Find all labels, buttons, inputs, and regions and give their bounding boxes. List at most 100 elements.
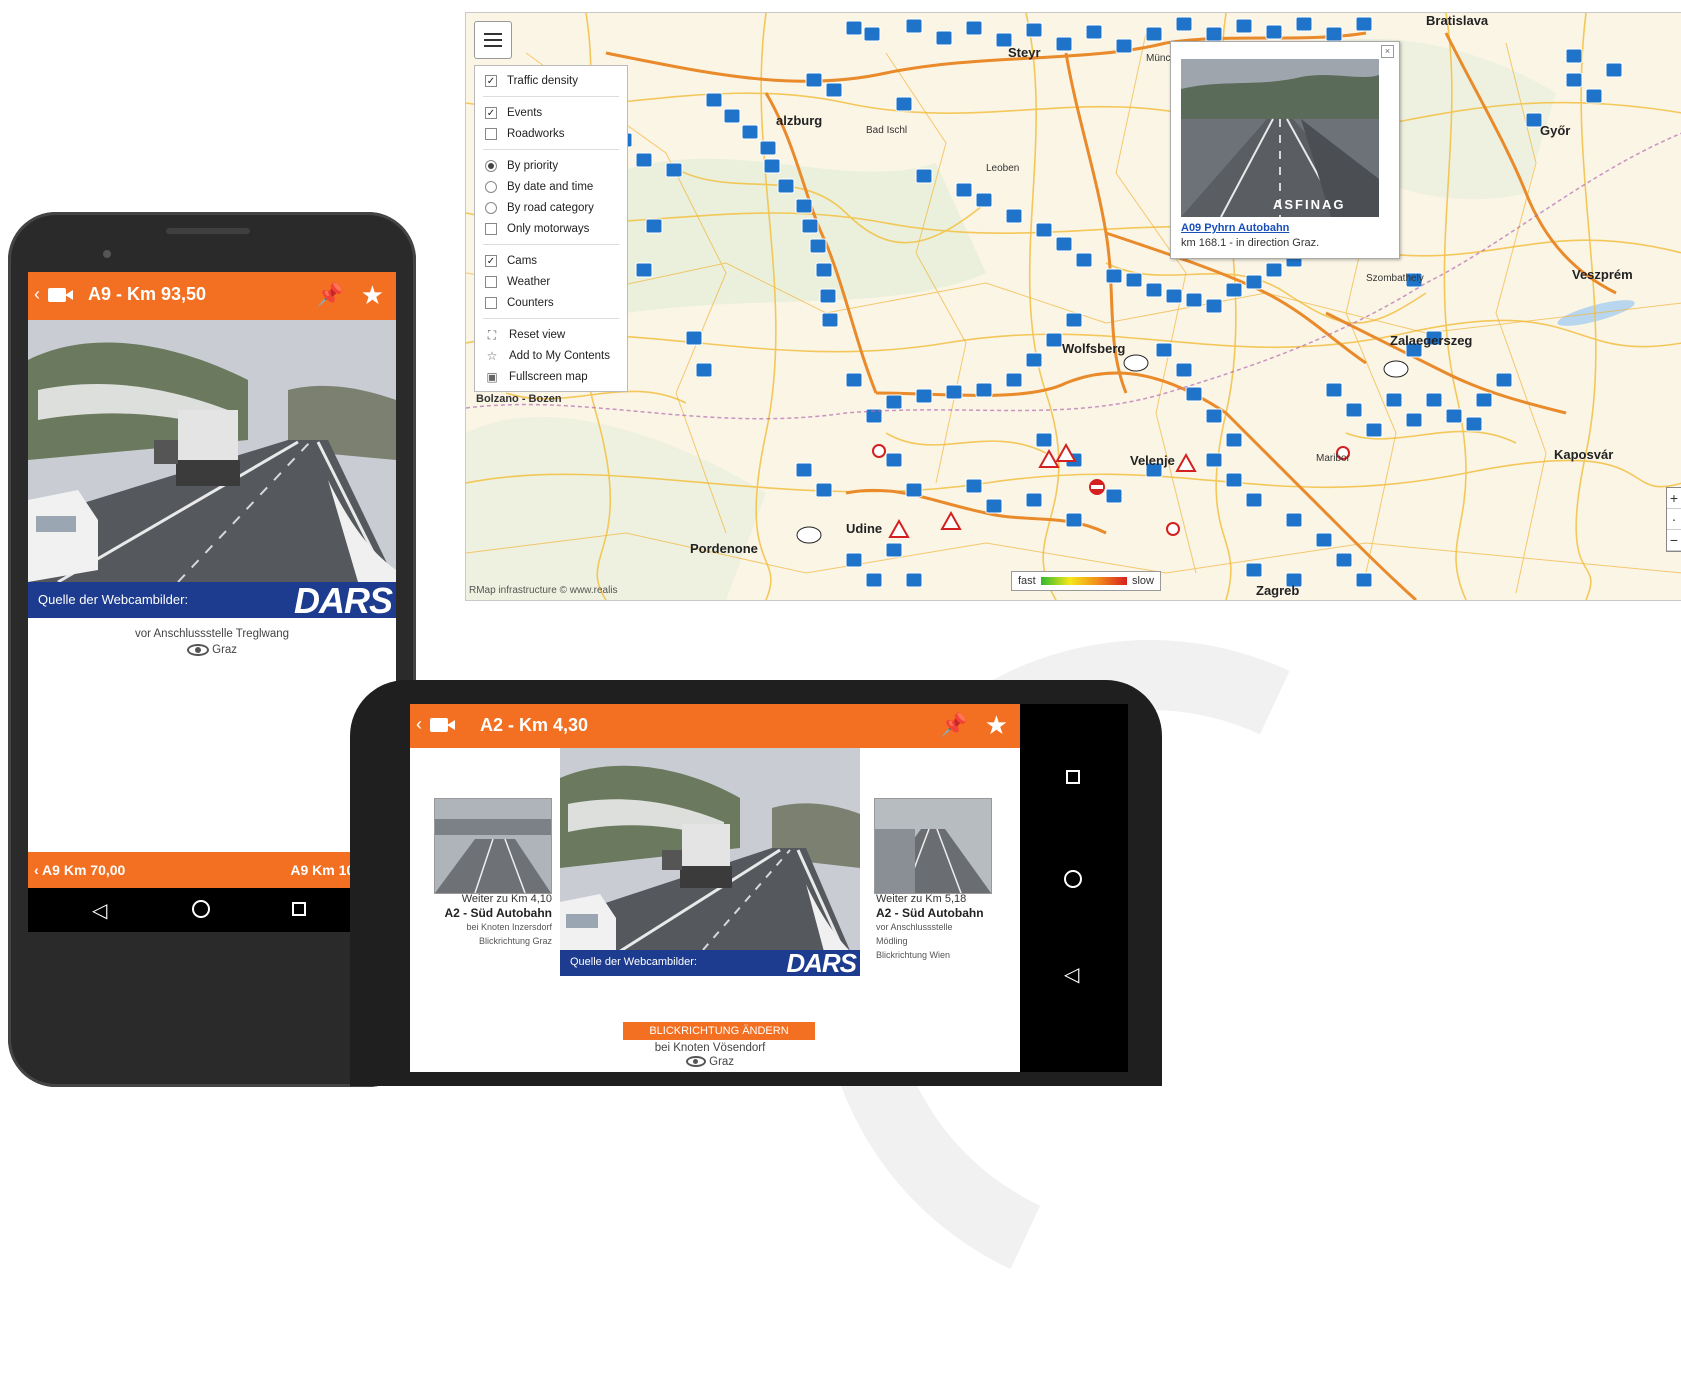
checkbox-checked[interactable]: ✓ [485, 254, 497, 267]
sort-by-road-category[interactable]: By road category [475, 197, 627, 218]
radio-unselected[interactable] [485, 201, 497, 214]
star-outline-icon: ☆ [486, 348, 498, 363]
reset-view-button[interactable]: ⛶ Reset view [475, 324, 627, 345]
star-icon[interactable]: ★ [361, 280, 384, 311]
phone-landscape: ‹ A2 - Km 4,30 📌 ★ Weiter zu Km 4,10 A2 … [350, 680, 1162, 1086]
cam-desc: km 168.1 - in direction Graz. [1181, 237, 1320, 249]
cam-image: ASFINAG [1181, 59, 1379, 217]
front-camera [103, 250, 111, 258]
menu-button[interactable] [474, 21, 512, 59]
place-kaposvar: Kaposvár [1554, 447, 1614, 462]
prev-cam-button[interactable]: ‹ A9 Km 70,00 [34, 862, 125, 878]
checkbox-unchecked[interactable] [485, 222, 497, 235]
divider [483, 96, 619, 97]
layer-cams[interactable]: ✓ Cams [475, 250, 627, 271]
phone-landscape-screen: ‹ A2 - Km 4,30 📌 ★ Weiter zu Km 4,10 A2 … [410, 704, 1020, 1072]
cam-direction: Graz [28, 644, 396, 656]
layer-events[interactable]: ✓ Events [475, 102, 627, 123]
fullscreen-icon: ▣ [486, 369, 498, 384]
zoom-out-icon[interactable]: − [1667, 530, 1681, 551]
prev-cam-caption: Weiter zu Km 4,10 A2 - Süd Autobahn bei … [444, 893, 552, 946]
cam-nav-bar: ‹ A9 Km 70,00 A9 Km 101,20 › [28, 852, 396, 888]
cam-title: A2 - Km 4,30 [480, 715, 589, 735]
dars-logo: DARS [293, 580, 393, 621]
traffic-map[interactable]: Bratislava Steyr alzburg Zagreb Győr Ves… [465, 12, 1681, 601]
place-bratislava: Bratislava [1426, 13, 1489, 28]
system-nav-bar: ◁ [1020, 704, 1128, 1072]
pin-icon[interactable]: 📌 [317, 282, 344, 308]
checkbox-unchecked[interactable] [485, 296, 497, 309]
place-steyr: Steyr [1008, 45, 1041, 60]
zoom-control[interactable]: + · − [1666, 487, 1681, 552]
phone-portrait-screen: ‹ A9 - Km 93,50 📌 ★ Quelle der Webcambil… [28, 272, 396, 932]
place-velenje: Velenje [1130, 453, 1175, 468]
next-cam-caption: Weiter zu Km 5,18 A2 - Süd Autobahn vor … [876, 893, 984, 960]
radio-unselected[interactable] [485, 180, 497, 193]
traffic-legend: fast slow [1011, 571, 1161, 591]
back-nav-icon[interactable]: ◁ [1064, 962, 1079, 987]
layer-traffic-density[interactable]: ✓ Traffic density [475, 70, 627, 91]
cam-title: A9 - Km 93,50 [88, 284, 207, 304]
pin-icon[interactable]: 📌 [941, 712, 968, 738]
layer-counters[interactable]: Counters [475, 292, 627, 313]
place-szombathely: Szombathely [1366, 273, 1424, 284]
radio-selected[interactable] [485, 159, 497, 172]
fullscreen-button[interactable]: ▣ Fullscreen map [475, 366, 627, 387]
zoom-mid-icon[interactable]: · [1667, 509, 1681, 530]
place-veszprem: Veszprém [1572, 267, 1633, 282]
layer-weather[interactable]: Weather [475, 271, 627, 292]
legend-slow: slow [1131, 575, 1154, 587]
divider [483, 244, 619, 245]
prev-cam-thumbnail[interactable] [434, 798, 552, 894]
recents-nav-icon[interactable] [1066, 770, 1080, 784]
checkbox-checked[interactable]: ✓ [485, 106, 497, 119]
layer-roadworks[interactable]: Roadworks [475, 123, 627, 144]
webcam-image [560, 748, 860, 974]
place-gyor: Győr [1540, 123, 1571, 138]
divider [483, 318, 619, 319]
checkbox-unchecked[interactable] [485, 127, 497, 140]
home-nav-icon[interactable] [192, 900, 210, 918]
add-contents-button[interactable]: ☆ Add to My Contents [475, 345, 627, 366]
place-salzburg: alzburg [776, 113, 823, 128]
place-udine: Udine [846, 521, 883, 536]
sort-by-date[interactable]: By date and time [475, 176, 627, 197]
cam-location: vor Anschlussstelle Treglwang [134, 628, 290, 640]
dars-logo: DARS [786, 948, 857, 978]
dars-banner: Quelle der Webcambilder: DARS [28, 580, 396, 621]
eye-icon [685, 1056, 706, 1068]
app-bar: ‹ A9 - Km 93,50 📌 ★ [28, 272, 396, 320]
back-nav-icon[interactable]: ◁ [92, 898, 107, 923]
map-roads [466, 13, 1681, 600]
layer-only-motorways[interactable]: Only motorways [475, 218, 627, 239]
change-direction-button[interactable]: BLICKRICHTUNG ÄNDERN [623, 1022, 815, 1040]
next-cam-thumbnail[interactable] [874, 798, 992, 894]
video-icon [48, 288, 73, 302]
close-icon[interactable]: × [1381, 45, 1394, 58]
asfinag-watermark: ASFINAG [1273, 197, 1346, 212]
star-icon[interactable]: ★ [985, 710, 1008, 741]
speaker [166, 228, 250, 234]
place-leoben: Leoben [986, 163, 1020, 174]
video-icon [430, 718, 455, 732]
back-icon[interactable]: ‹ [34, 284, 40, 305]
webcam-image [28, 320, 396, 582]
sort-by-priority[interactable]: By priority [475, 155, 627, 176]
app-bar: ‹ A2 - Km 4,30 📌 ★ [410, 704, 1020, 748]
checkbox-checked[interactable]: ✓ [485, 74, 497, 87]
place-maribor: Maribor [1316, 453, 1350, 464]
cam-link[interactable]: A09 Pyhrn Autobahn [1181, 222, 1289, 234]
zoom-in-icon[interactable]: + [1667, 488, 1681, 509]
checkbox-unchecked[interactable] [485, 275, 497, 288]
back-icon[interactable]: ‹ [416, 714, 422, 735]
layers-panel: ✓ Traffic density ✓ Events Roadworks By pr… [474, 65, 628, 392]
place-bad-ischl: Bad Ischl [866, 125, 908, 136]
cam-location: bei Knoten Vösendorf [654, 1042, 766, 1054]
dars-source: Quelle der Webcambilder: [570, 956, 697, 968]
reset-icon: ⛶ [487, 327, 497, 342]
recents-nav-icon[interactable] [292, 902, 306, 916]
system-nav-bar: ◁ [28, 888, 396, 932]
dars-source: Quelle der Webcambilder: [38, 592, 189, 607]
home-nav-icon[interactable] [1064, 870, 1082, 888]
legend-gradient [1040, 577, 1127, 585]
